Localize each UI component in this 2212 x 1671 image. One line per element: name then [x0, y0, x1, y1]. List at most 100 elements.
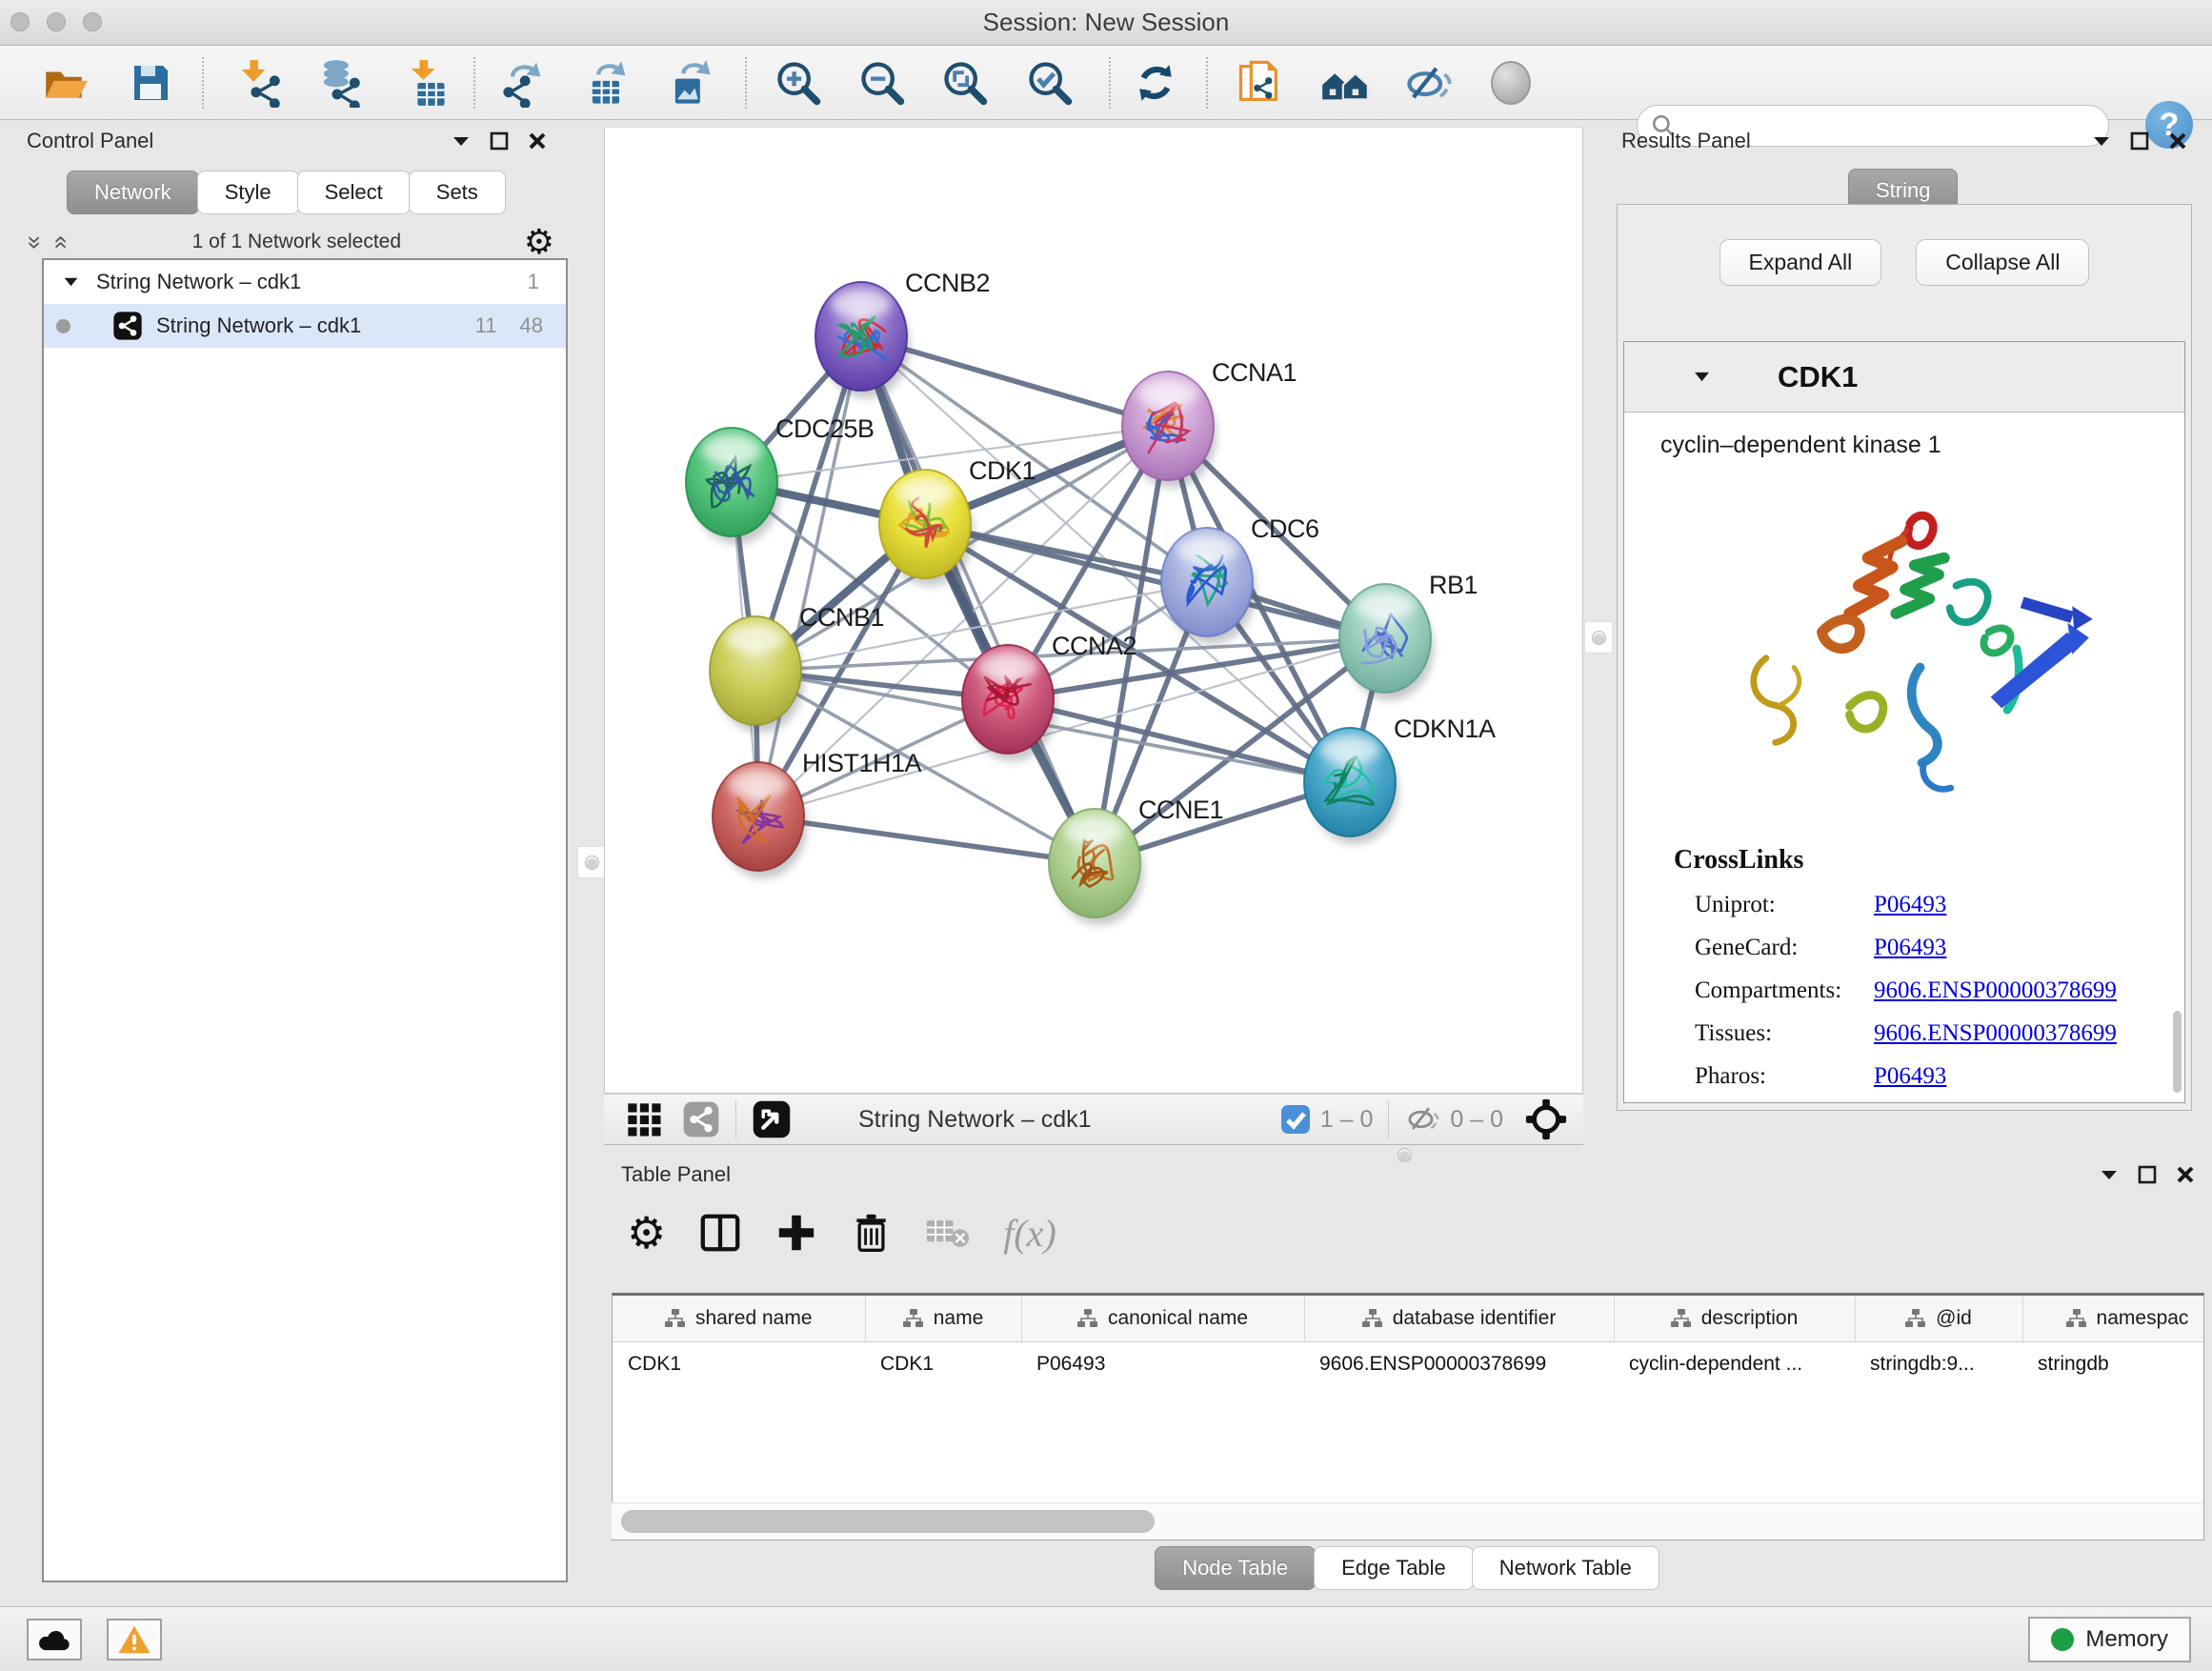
tab-sets[interactable]: Sets: [409, 171, 506, 214]
import-network-from-database-button[interactable]: [313, 58, 363, 108]
view-string-icon[interactable]: [682, 1100, 720, 1138]
panel-float-icon[interactable]: [490, 131, 509, 151]
node-RB1[interactable]: RB1: [1339, 571, 1478, 700]
column-header-name[interactable]: name: [865, 1296, 1021, 1341]
expand-all-button[interactable]: Expand All: [1719, 239, 1882, 286]
collapse-card-icon[interactable]: [1693, 371, 1711, 383]
crosslink-link[interactable]: 9606.ENSP00000378699: [1874, 977, 2117, 1004]
node-CCNB2[interactable]: CCNB2: [815, 269, 990, 398]
table-cell[interactable]: cyclin-dependent ...: [1614, 1341, 1855, 1387]
node-CCNB1[interactable]: CCNB1: [710, 603, 884, 733]
export-table-button[interactable]: [582, 58, 632, 108]
tab-select[interactable]: Select: [297, 171, 411, 214]
node-CCNE1[interactable]: CCNE1: [1049, 795, 1223, 925]
window-close-button[interactable]: [10, 12, 30, 31]
column-header--id[interactable]: @id: [1855, 1296, 2022, 1341]
panel-close-icon[interactable]: [2168, 131, 2187, 151]
table-cell[interactable]: P06493: [1021, 1341, 1304, 1387]
column-header-description[interactable]: description: [1614, 1296, 1855, 1341]
node-CCNA2[interactable]: CCNA2: [962, 632, 1136, 761]
show-all-button[interactable]: [1486, 58, 1536, 108]
crosslink-link[interactable]: P06493: [1874, 892, 1946, 918]
table-hscrollbar[interactable]: [612, 1502, 2202, 1539]
node-CDKN1A[interactable]: CDKN1A: [1304, 715, 1496, 844]
zoom-out-button[interactable]: [857, 58, 907, 108]
cloud-status-button[interactable]: [27, 1619, 82, 1661]
open-session-button[interactable]: [40, 58, 90, 108]
table-cell[interactable]: 9606.ENSP00000378699: [1304, 1341, 1614, 1387]
column-header-canonical-name[interactable]: canonical name: [1021, 1296, 1304, 1341]
table-cell[interactable]: stringdb:9...: [1855, 1341, 2022, 1387]
view-grid-icon[interactable]: [625, 1100, 663, 1138]
edge-CCNB2-HIST1H1A[interactable]: [758, 336, 861, 816]
zoom-in-button[interactable]: [774, 58, 823, 108]
network-options-gear-icon[interactable]: ⚙: [524, 223, 554, 262]
export-network-button[interactable]: [498, 58, 548, 108]
first-neighbors-button[interactable]: [1320, 58, 1370, 108]
panel-menu-icon[interactable]: [2092, 134, 2111, 148]
open-in-window-icon[interactable]: [752, 1099, 792, 1139]
create-column-icon[interactable]: [774, 1211, 818, 1255]
tab-node-table[interactable]: Node Table: [1155, 1546, 1316, 1590]
warnings-button[interactable]: [107, 1619, 162, 1661]
save-session-button[interactable]: [126, 58, 175, 108]
left-splitter-handle[interactable]: [577, 846, 606, 878]
crosslink-link[interactable]: P06493: [1874, 1063, 1946, 1090]
collection-count: 1: [528, 270, 539, 294]
table-hscrollbar-thumb[interactable]: [621, 1510, 1155, 1533]
window-minimize-button[interactable]: [47, 12, 66, 31]
collapse-all-tree-icon[interactable]: «: [48, 235, 77, 249]
protein-card-header[interactable]: CDK1: [1624, 342, 2184, 413]
table-row[interactable]: CDK1CDK1P064939606.ENSP00000378699cyclin…: [613, 1341, 2204, 1387]
node-CDC25B[interactable]: CDC25B: [686, 414, 875, 544]
crosslink-link[interactable]: P06493: [1874, 935, 1946, 961]
column-header-database-identifier[interactable]: database identifier: [1304, 1296, 1614, 1341]
edge-HIST1H1A-CCNE1[interactable]: [758, 816, 1095, 863]
collapse-all-button[interactable]: Collapse All: [1916, 239, 2089, 286]
window-zoom-button[interactable]: [83, 12, 102, 31]
panel-close-icon[interactable]: [2176, 1165, 2195, 1184]
panel-float-icon[interactable]: [2138, 1165, 2157, 1184]
export-image-button[interactable]: [665, 58, 714, 108]
tab-edge-table[interactable]: Edge Table: [1314, 1546, 1474, 1590]
table-cell[interactable]: CDK1: [613, 1341, 865, 1387]
import-table-from-file-button[interactable]: [401, 58, 451, 108]
results-scrollbar-thumb[interactable]: [2173, 1011, 2182, 1093]
table-options-gear-icon[interactable]: ⚙: [627, 1207, 666, 1258]
table-cell[interactable]: stringdb: [2022, 1341, 2204, 1387]
zoom-selected-button[interactable]: [1025, 58, 1075, 108]
node-HIST1H1A[interactable]: HIST1H1A: [713, 749, 922, 878]
column-header-namespac[interactable]: namespac: [2022, 1296, 2204, 1341]
node-CDK1[interactable]: CDK1: [879, 456, 1036, 586]
network-canvas[interactable]: CCNB2CCNA1CDC25BCDK1CDC6RB1CCNB1CCNA2CDK…: [605, 128, 1582, 1093]
tab-network[interactable]: Network: [67, 171, 199, 214]
memory-button[interactable]: Memory: [2028, 1617, 2191, 1662]
copy-network-button[interactable]: [1235, 58, 1284, 108]
expand-all-tree-icon[interactable]: »: [21, 235, 50, 249]
panel-float-icon[interactable]: [2130, 131, 2149, 151]
table-cell[interactable]: CDK1: [865, 1341, 1021, 1387]
column-type-icon: [2066, 1309, 2087, 1328]
delete-column-icon[interactable]: [851, 1211, 893, 1255]
panel-menu-icon[interactable]: [452, 134, 471, 148]
edge-CCNB2-CCNE1[interactable]: [861, 336, 1095, 863]
zoom-fit-button[interactable]: [940, 58, 990, 108]
import-network-from-file-button[interactable]: [233, 58, 283, 108]
navigator-crosshair-icon[interactable]: [1524, 1097, 1568, 1141]
network-collection-row[interactable]: String Network – cdk1 1: [44, 260, 566, 304]
refresh-view-button[interactable]: [1131, 58, 1180, 108]
network-view[interactable]: CCNB2CCNA1CDC25BCDK1CDC6RB1CCNB1CCNA2CDK…: [604, 127, 1583, 1094]
selected-checkbox-icon[interactable]: [1280, 1104, 1311, 1135]
show-columns-icon[interactable]: [698, 1211, 742, 1255]
crosslink-link[interactable]: 9606.ENSP00000378699: [1874, 1020, 2117, 1047]
node-CDC6[interactable]: CDC6: [1161, 514, 1319, 644]
column-header-shared-name[interactable]: shared name: [613, 1296, 865, 1341]
tree-expander-icon[interactable]: [63, 276, 79, 288]
tab-network-table[interactable]: Network Table: [1472, 1546, 1659, 1590]
panel-menu-icon[interactable]: [2100, 1168, 2119, 1181]
network-row-selected[interactable]: String Network – cdk1 11 48: [44, 304, 566, 348]
tab-style[interactable]: Style: [197, 171, 299, 214]
hidden-eye-icon[interactable]: [1404, 1103, 1440, 1136]
panel-close-icon[interactable]: [528, 131, 547, 151]
hide-selected-button[interactable]: [1403, 58, 1453, 108]
